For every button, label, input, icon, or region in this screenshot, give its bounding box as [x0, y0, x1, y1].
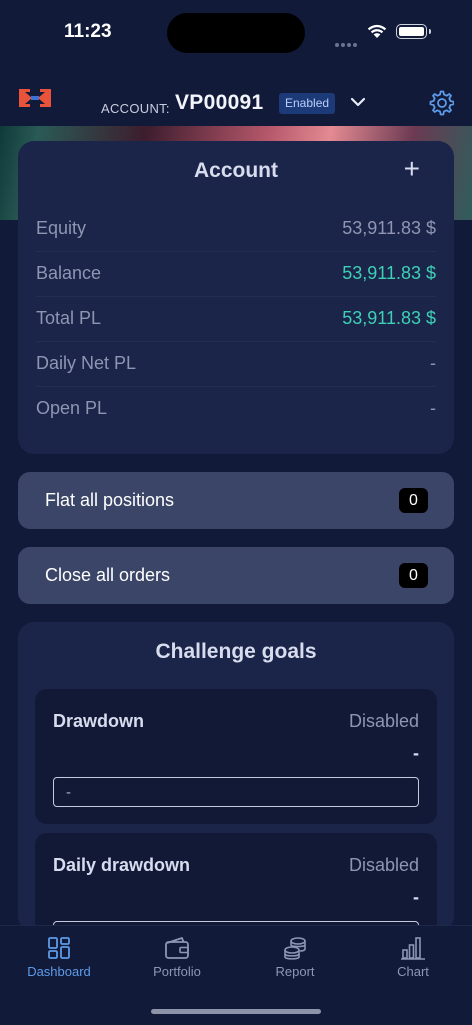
bar-chart-icon: [401, 937, 425, 960]
dynamic-island: [167, 13, 305, 53]
account-card-title: Account: [194, 159, 278, 182]
orders-count-badge: 0: [399, 563, 428, 588]
goal-value: -: [413, 887, 419, 907]
row-value: 53,911.83 $: [342, 218, 436, 238]
row-label: Balance: [36, 263, 102, 283]
row-value: 53,911.83 $: [342, 308, 436, 328]
logo-icon: [19, 89, 51, 107]
row-value: -: [430, 353, 436, 373]
account-row-daily-net-pl: Daily Net PL -: [36, 341, 436, 387]
gear-icon[interactable]: [428, 90, 454, 116]
row-value: -: [430, 398, 436, 418]
account-row-total-pl: Total PL 53,911.83 $: [36, 296, 436, 342]
row-value: 53,911.83 $: [342, 263, 436, 283]
tab-label: Report: [275, 964, 315, 979]
battery-icon: [396, 24, 431, 39]
wallet-icon: [165, 937, 189, 959]
status-bar: 11:23: [0, 0, 472, 64]
account-label: ACCOUNT:: [101, 101, 170, 116]
tab-portfolio[interactable]: Portfolio: [127, 934, 227, 979]
goal-value: -: [413, 743, 419, 763]
flat-all-positions-button[interactable]: Flat all positions 0: [18, 472, 454, 529]
account-row-open-pl: Open PL -: [36, 386, 436, 431]
dashboard-icon: [48, 937, 70, 959]
flat-all-positions-label: Flat all positions: [45, 490, 175, 510]
wifi-icon: [367, 24, 387, 38]
row-label: Daily Net PL: [36, 353, 137, 373]
tab-report[interactable]: Report: [245, 934, 345, 979]
goal-status: Disabled: [348, 855, 419, 875]
goal-status: Disabled: [348, 711, 419, 731]
positions-count-badge: 0: [399, 488, 428, 513]
challenge-goals-title: Challenge goals: [155, 640, 317, 663]
row-label: Equity: [36, 218, 87, 238]
goal-drawdown: Drawdown Disabled - -: [35, 689, 437, 824]
account-row-balance: Balance 53,911.83 $: [36, 251, 436, 297]
account-id[interactable]: VP00091: [175, 91, 264, 115]
tab-label: Chart: [397, 964, 429, 979]
close-all-orders-label: Close all orders: [45, 565, 171, 585]
close-all-orders-button[interactable]: Close all orders 0: [18, 547, 454, 604]
row-label: Total PL: [36, 308, 102, 328]
drawdown-input[interactable]: -: [53, 777, 419, 807]
coins-icon: [284, 937, 306, 960]
status-time: 11:23: [64, 21, 112, 42]
add-button[interactable]: +: [404, 155, 420, 183]
tab-label: Dashboard: [27, 964, 91, 979]
goal-name: Daily drawdown: [53, 855, 191, 875]
app-header: ACCOUNT: VP00091 Enabled: [0, 64, 472, 126]
cellular-signal-icon: [335, 34, 359, 52]
account-status-badge: Enabled: [279, 93, 336, 114]
chevron-down-icon[interactable]: [350, 96, 366, 108]
account-row-equity: Equity 53,911.83 $: [36, 206, 436, 252]
goal-name: Drawdown: [53, 711, 145, 731]
drawdown-input-value: -: [66, 784, 71, 801]
tab-chart[interactable]: Chart: [363, 934, 463, 979]
challenge-goals-card: Challenge goals Drawdown Disabled - - Da…: [18, 622, 454, 951]
row-label: Open PL: [36, 398, 108, 418]
tab-dashboard[interactable]: Dashboard: [9, 934, 109, 979]
account-card: Account + Equity 53,911.83 $ Balance 53,…: [18, 141, 454, 454]
home-indicator: [151, 1009, 321, 1014]
tab-label: Portfolio: [153, 964, 201, 979]
